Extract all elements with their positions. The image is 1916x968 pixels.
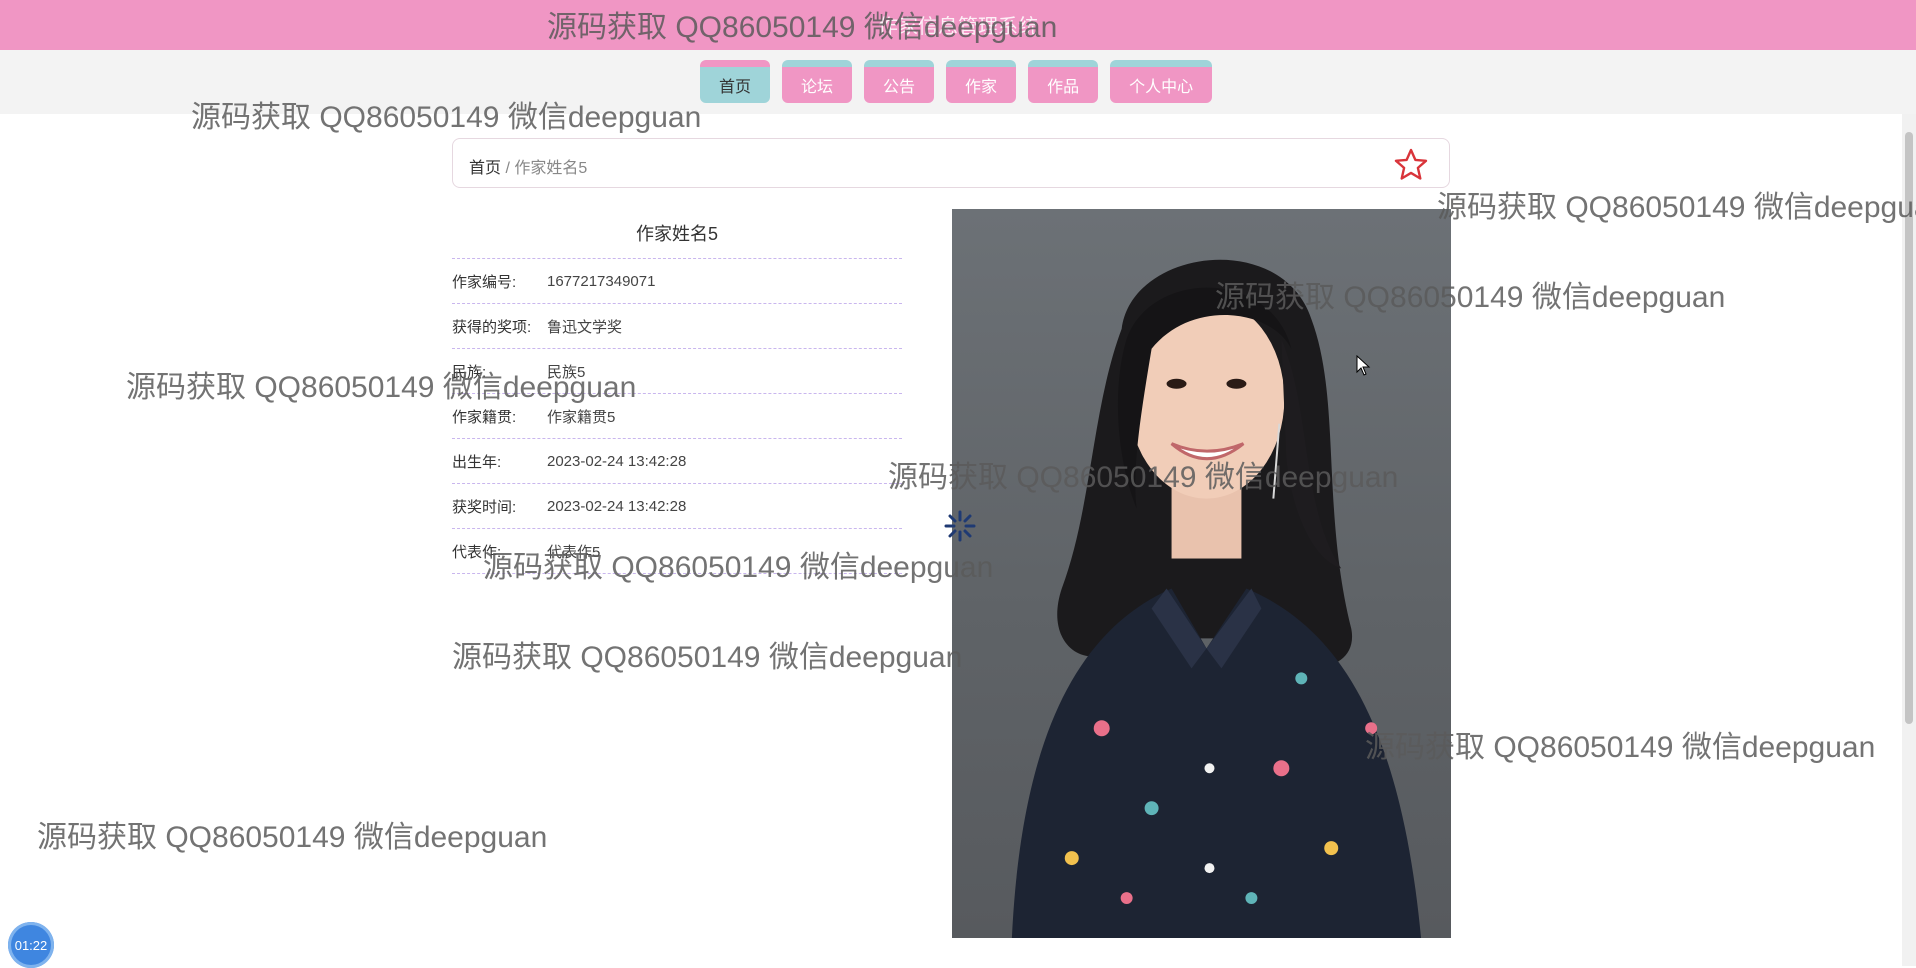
mouse-cursor-icon [1356, 355, 1371, 376]
info-row-award-time: 获奖时间: 2023-02-24 13:42:28 [452, 483, 902, 528]
info-value: 2023-02-24 13:42:28 [547, 497, 687, 515]
info-value: 鲁迅文学奖 [547, 318, 623, 336]
info-value: 1677217349071 [547, 272, 656, 290]
loading-spinner-icon [944, 510, 976, 542]
watermark-text: 源码获取 QQ86050149 微信deepguan [1437, 191, 1916, 224]
nav-list: 首页 论坛 公告 作家 作品 个人中心 [700, 60, 1213, 103]
star-outline-icon[interactable] [1393, 147, 1429, 183]
info-label: 民族: [452, 363, 487, 381]
page-scrollbar[interactable] [1902, 114, 1916, 966]
author-photo [952, 209, 1451, 938]
info-label: 代表作: [452, 543, 502, 561]
watermark-text: 源码获取 QQ86050149 微信deepguan [452, 641, 963, 674]
info-row-birth: 出生年: 2023-02-24 13:42:28 [452, 438, 902, 483]
info-row-masterpiece: 代表作: 代表作5 [452, 528, 902, 574]
info-value: 作家籍贯5 [547, 408, 616, 426]
watermark-text: 源码获取 QQ86050149 微信deepguan [37, 821, 548, 854]
nav-forum-button[interactable]: 论坛 [782, 60, 853, 103]
main-nav: 首页 论坛 公告 作家 作品 个人中心 [0, 50, 1916, 114]
scrollbar-thumb[interactable] [1905, 132, 1913, 724]
author-info-panel: 作家姓名5 作家编号: 1677217349071 获得的奖项: 鲁迅文学奖 民… [452, 210, 902, 574]
breadcrumb: 首页 / 作家姓名5 [469, 154, 587, 178]
info-row-hometown: 作家籍贯: 作家籍贯5 [452, 393, 902, 438]
breadcrumb-current: 作家姓名5 [514, 160, 588, 177]
info-label: 作家籍贯: [452, 408, 517, 426]
info-label: 出生年: [452, 453, 502, 471]
info-value: 2023-02-24 13:42:28 [547, 452, 687, 470]
info-label: 获得的奖项: [452, 318, 532, 336]
info-row-ethnicity: 民族: 民族5 [452, 348, 902, 393]
top-header: 作家信息管理系统 [0, 0, 1916, 50]
info-value: 民族5 [547, 363, 586, 381]
info-row-award: 获得的奖项: 鲁迅文学奖 [452, 303, 902, 348]
info-label: 获奖时间: [452, 498, 517, 516]
nav-home-button[interactable]: 首页 [700, 60, 771, 103]
nav-announcement-button[interactable]: 公告 [864, 60, 935, 103]
author-name-heading: 作家姓名5 [635, 224, 718, 244]
info-value: 代表作5 [547, 543, 601, 561]
breadcrumb-bar: 首页 / 作家姓名5 [452, 138, 1450, 188]
nav-profile-button[interactable]: 个人中心 [1110, 60, 1213, 103]
nav-works-button[interactable]: 作品 [1028, 60, 1099, 103]
info-row-id: 作家编号: 1677217349071 [452, 258, 902, 303]
breadcrumb-separator: / [505, 160, 510, 177]
site-title: 作家信息管理系统 [878, 16, 1038, 38]
info-label: 作家编号: [452, 273, 517, 291]
breadcrumb-home-link[interactable]: 首页 [469, 160, 501, 177]
recording-timer-badge: 01:22 [8, 922, 54, 968]
nav-authors-button[interactable]: 作家 [946, 60, 1017, 103]
